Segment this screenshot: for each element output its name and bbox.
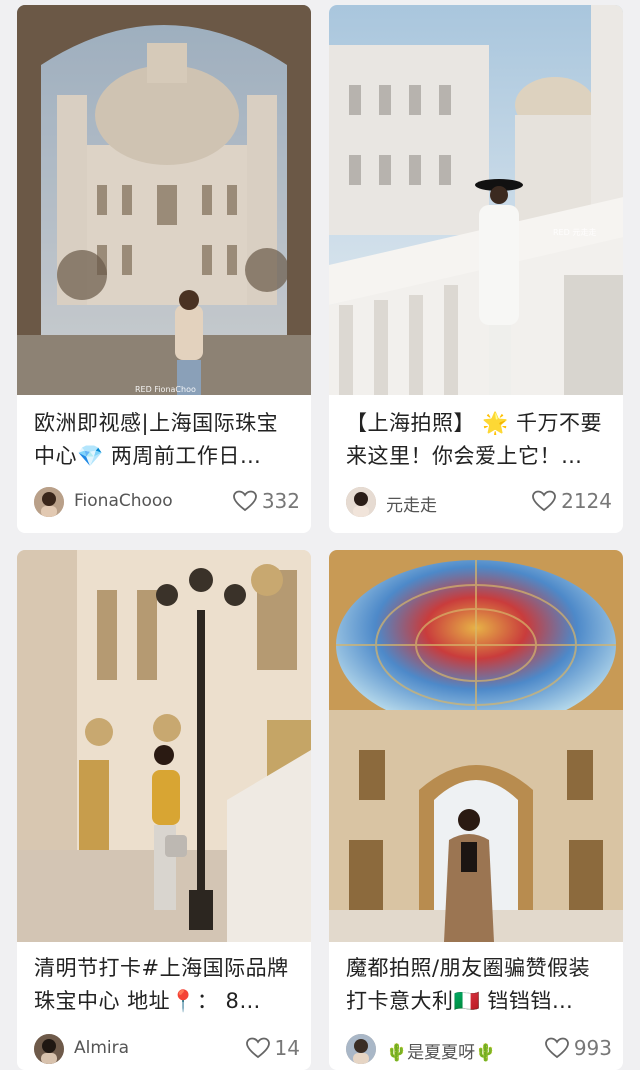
author-name[interactable]: 元走走	[386, 491, 437, 516]
author-name[interactable]: Almira	[74, 1038, 129, 1058]
like-button[interactable]: 14	[245, 1035, 300, 1061]
like-button[interactable]: 993	[544, 1035, 612, 1061]
like-count: 2124	[561, 489, 612, 513]
like-count: 14	[274, 1036, 300, 1060]
note-card[interactable]: RED FionaChoo 欧洲即视感|上海国际珠宝中心💎 两周前工作日… Fi…	[17, 5, 311, 533]
heart-outline-icon	[232, 489, 258, 513]
heart-outline-icon	[245, 1036, 271, 1060]
note-card[interactable]: RED 元走走 【上海拍照】 🌟 千万不要来这里！你会爱上它！… 元走走 212…	[329, 5, 623, 533]
like-button[interactable]: 332	[232, 488, 300, 514]
author-name[interactable]: FionaChooo	[74, 491, 173, 511]
note-title[interactable]: 清明节打卡#上海国际品牌珠宝中心 地址📍： 8…	[34, 952, 298, 1018]
watermark: RED 元走走	[553, 228, 597, 237]
note-meta: Almira 14	[34, 1032, 300, 1064]
avatar[interactable]	[34, 1034, 64, 1064]
like-button[interactable]: 2124	[531, 488, 612, 514]
avatar[interactable]	[346, 487, 376, 517]
note-card[interactable]: 魔都拍照/朋友圈骗赞假装打卡意大利🇮🇹 铛铛铛… 🌵是夏夏呀🌵 993	[329, 550, 623, 1070]
heart-outline-icon	[544, 1036, 570, 1060]
author-name[interactable]: 🌵是夏夏呀🌵	[386, 1038, 496, 1063]
note-cover-image[interactable]: RED 元走走	[329, 5, 623, 395]
avatar[interactable]	[34, 487, 64, 517]
note-meta: FionaChooo 332	[34, 485, 300, 517]
note-cover-image[interactable]	[17, 550, 311, 942]
like-count: 332	[261, 489, 300, 513]
note-cover-image[interactable]: RED FionaChoo	[17, 5, 311, 395]
heart-outline-icon	[531, 489, 557, 513]
watermark: RED FionaChoo	[135, 385, 196, 394]
note-meta: 元走走 2124	[346, 485, 612, 517]
avatar[interactable]	[346, 1034, 376, 1064]
note-title[interactable]: 魔都拍照/朋友圈骗赞假装打卡意大利🇮🇹 铛铛铛…	[346, 952, 610, 1018]
note-title[interactable]: 欧洲即视感|上海国际珠宝中心💎 两周前工作日…	[34, 407, 298, 473]
note-cover-image[interactable]	[329, 550, 623, 942]
note-title[interactable]: 【上海拍照】 🌟 千万不要来这里！你会爱上它！…	[346, 407, 610, 473]
like-count: 993	[573, 1036, 612, 1060]
note-meta: 🌵是夏夏呀🌵 993	[346, 1032, 612, 1064]
note-card[interactable]: 清明节打卡#上海国际品牌珠宝中心 地址📍： 8… Almira 14	[17, 550, 311, 1070]
